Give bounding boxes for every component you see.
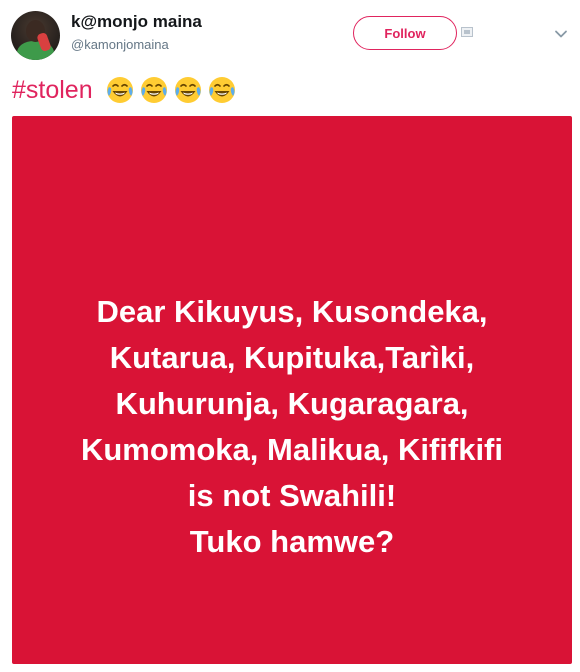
chevron-down-icon[interactable] bbox=[553, 26, 569, 42]
broken-image-icon bbox=[461, 27, 473, 37]
media-text-line: is not Swahili! bbox=[187, 478, 397, 513]
tweet-media-image[interactable]: Dear Kikuyus, Kusondeka, Kutarua, Kupitu… bbox=[12, 116, 572, 664]
media-text-line: Tuko hamwe? bbox=[189, 524, 395, 559]
avatar[interactable] bbox=[11, 11, 60, 60]
media-text-line: Kutarua, Kupituka,Tarìki, bbox=[109, 340, 475, 375]
media-text-block: Dear Kikuyus, Kusondeka, Kutarua, Kupitu… bbox=[12, 289, 572, 565]
media-text-line: Dear Kikuyus, Kusondeka, bbox=[96, 294, 488, 329]
author-handle[interactable]: @kamonjomaina bbox=[71, 37, 169, 52]
tears-of-joy-emoji-icon bbox=[106, 77, 133, 103]
tears-of-joy-emoji-icon bbox=[174, 77, 201, 103]
hashtag-link[interactable]: #stolen bbox=[12, 73, 93, 107]
tweet-header: k@monjo maina @kamonjomaina Follow bbox=[0, 0, 580, 70]
follow-button[interactable]: Follow bbox=[353, 16, 457, 50]
media-text-line: Kumomoka, Malikua, Kififkifi bbox=[80, 432, 503, 467]
tweet-text: #stolen bbox=[12, 73, 237, 107]
media-text-line: Kuhurunja, Kugaragara, bbox=[115, 386, 469, 421]
author-display-name[interactable]: k@monjo maina bbox=[71, 12, 202, 32]
tears-of-joy-emoji-icon bbox=[208, 77, 235, 103]
tears-of-joy-emoji-icon bbox=[140, 77, 167, 103]
